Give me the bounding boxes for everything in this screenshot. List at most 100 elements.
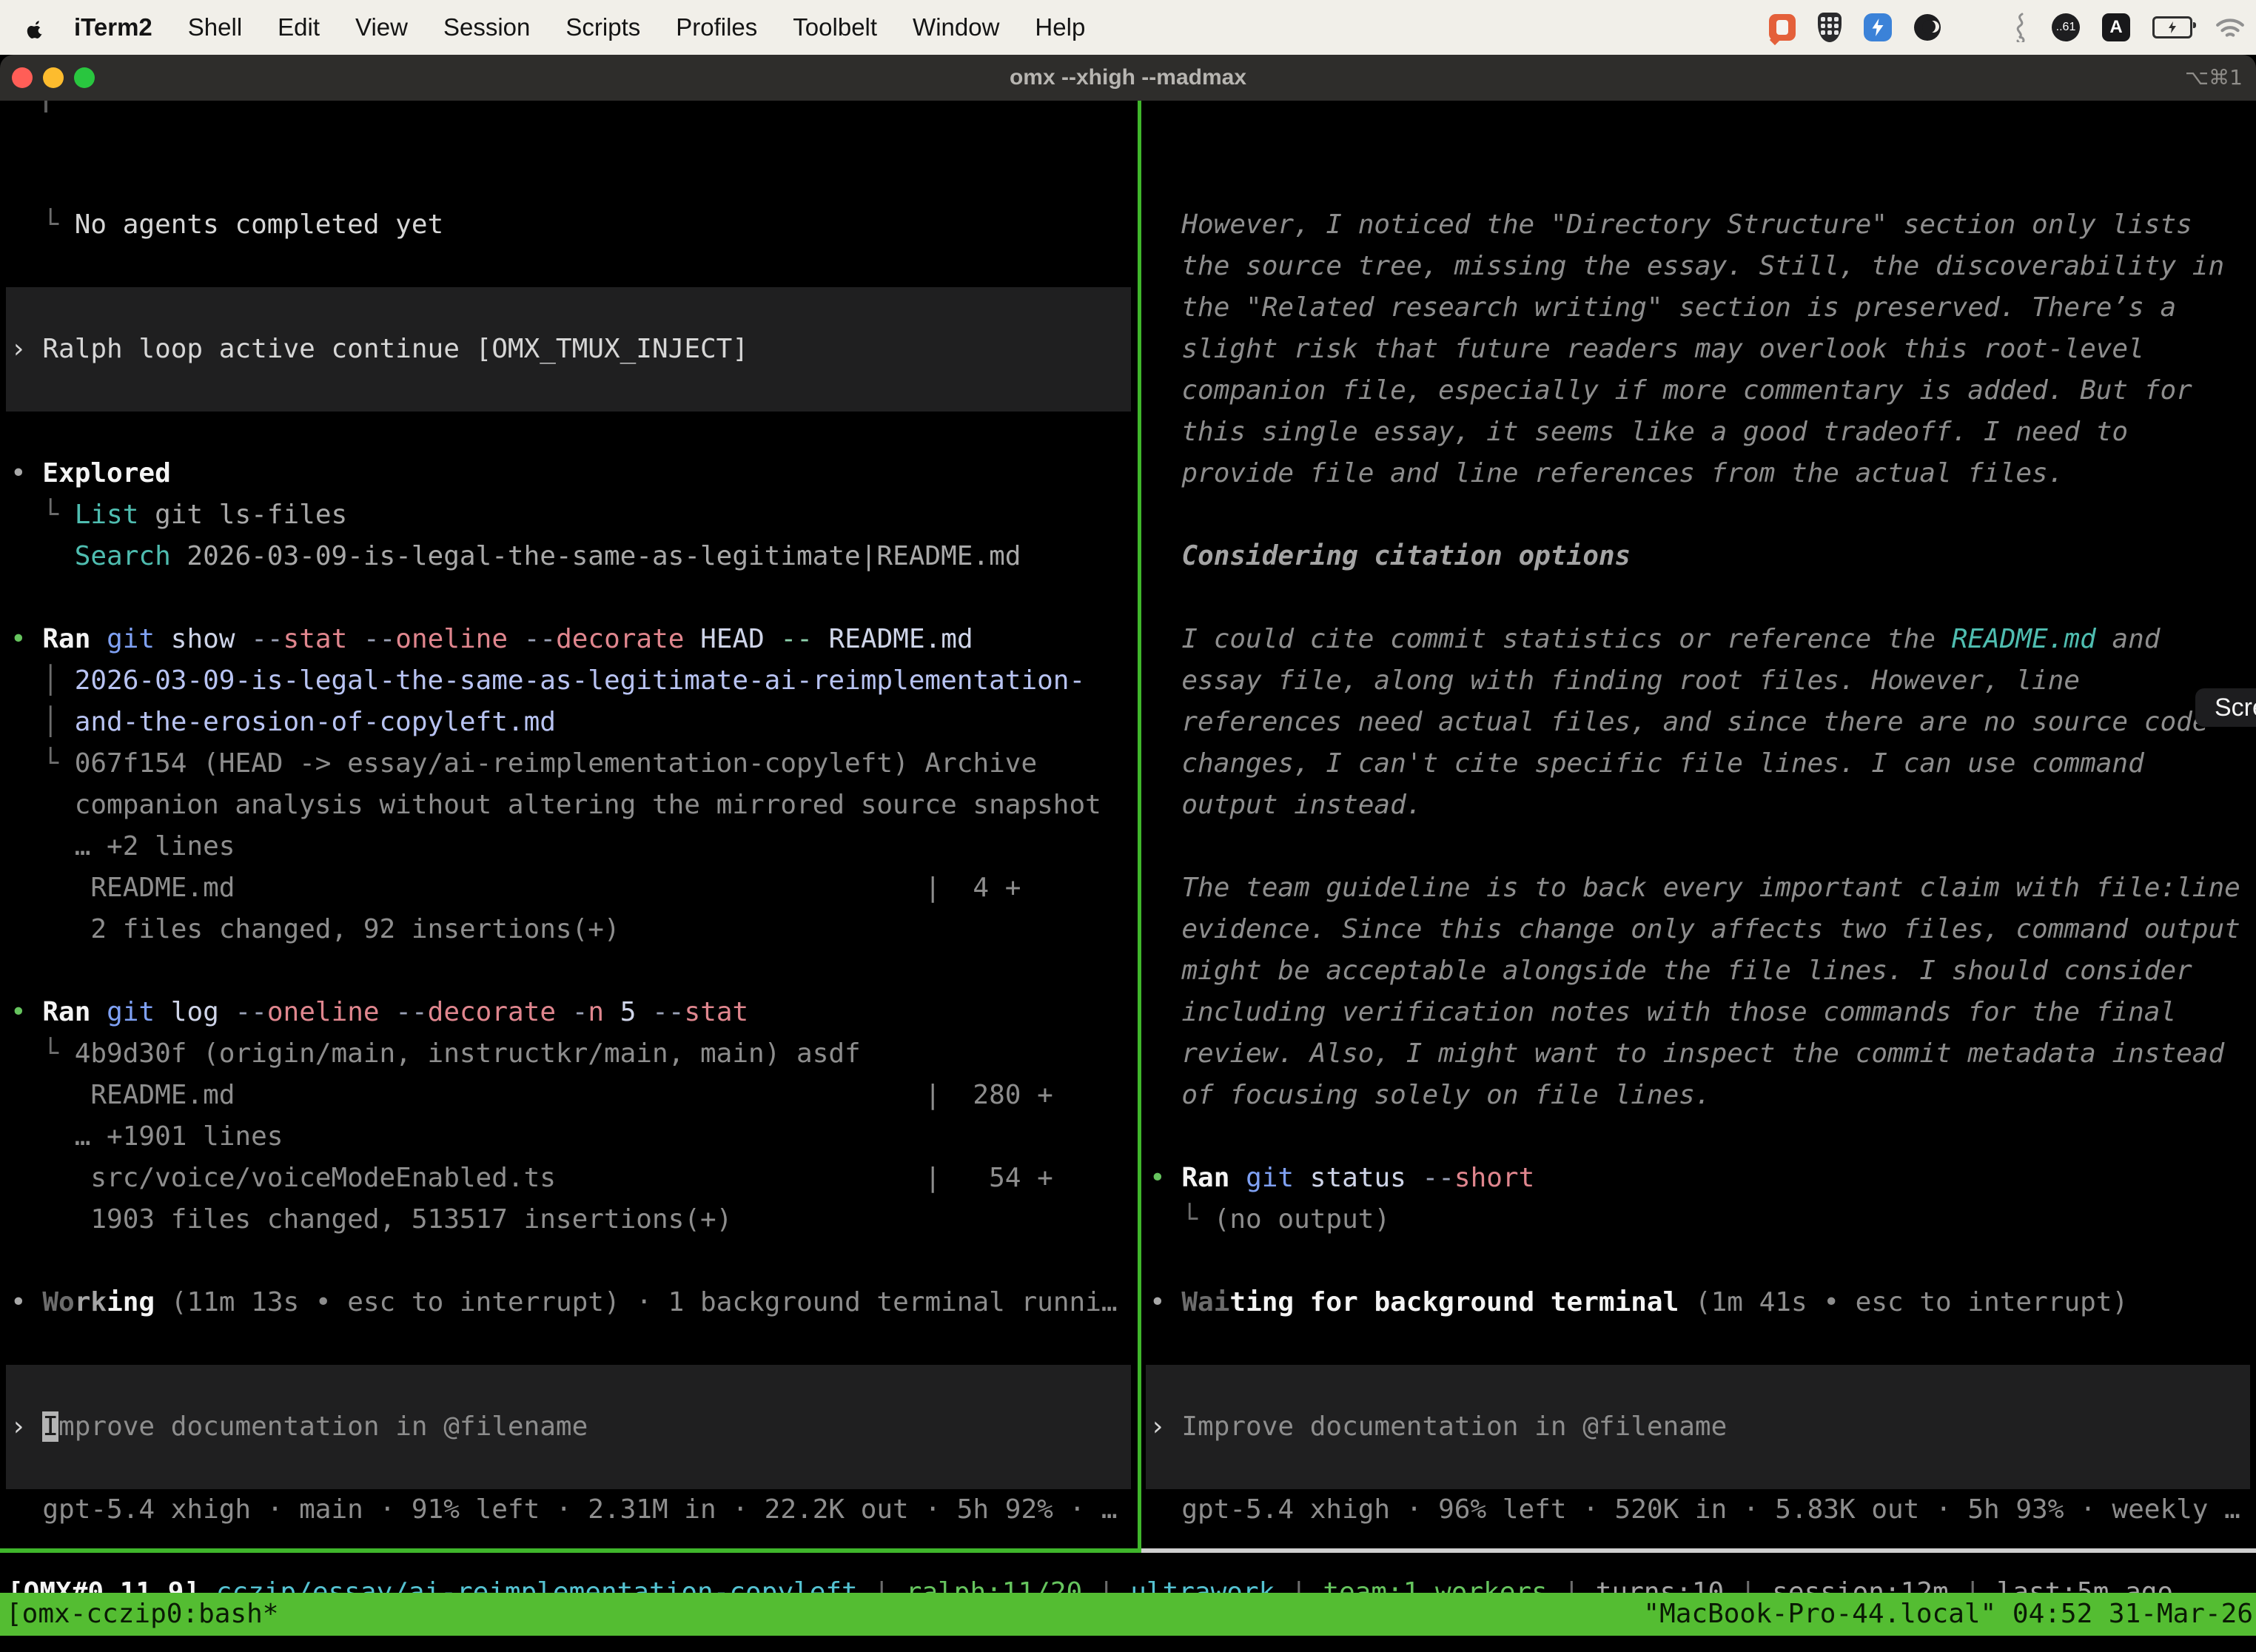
text-segment xyxy=(90,624,107,654)
text-segment: output instead. xyxy=(1149,790,1422,820)
squiggle-icon[interactable] xyxy=(2010,13,2030,42)
terminal-line: README.md | 4 + xyxy=(10,867,1021,909)
text-segment: Ralph loop active continue [OMX_TMUX_INJ… xyxy=(42,334,748,364)
terminal-line: provide file and line references from th… xyxy=(1149,453,2064,494)
text-segment: -- xyxy=(395,997,427,1027)
text-segment: the source tree, missing the essay. Stil… xyxy=(1149,251,2224,281)
text-segment: provide file and line references from th… xyxy=(1149,458,2064,488)
text-segment xyxy=(508,624,524,654)
terminal-line: the "Related research writing" section i… xyxy=(1149,287,2176,329)
text-segment xyxy=(636,997,652,1027)
terminal-line: companion file, especially if more comme… xyxy=(1149,370,2192,412)
text-segment xyxy=(155,997,171,1027)
text-segment: However, I noticed the "Directory Struct… xyxy=(1149,209,2192,240)
text-segment: gpt-5.4 xhigh · main · 91% left · 2.31M … xyxy=(10,1494,1118,1525)
text-segment: -- xyxy=(524,624,556,654)
text-segment: | 280 + xyxy=(235,1080,1053,1110)
text-segment: | 54 + xyxy=(556,1163,1053,1193)
shield-grid-icon[interactable] xyxy=(1818,13,1842,42)
text-segment: status xyxy=(1310,1163,1406,1193)
text-segment: └ xyxy=(10,500,75,530)
terminal-line: … +1901 lines xyxy=(10,1116,283,1158)
text-segment: changes, I can't cite specific file line… xyxy=(1149,748,2144,779)
text-segment: 2 files changed, 92 insertions(+) xyxy=(10,914,620,944)
menu-item-window[interactable]: Window xyxy=(895,13,1017,41)
pane-divider-vertical[interactable] xyxy=(1138,101,1141,1553)
menu-item-toolbelt[interactable]: Toolbelt xyxy=(775,13,895,41)
lightning-badge-icon[interactable] xyxy=(1864,13,1892,41)
text-segment xyxy=(235,624,252,654)
crescent-circle-icon[interactable] xyxy=(1914,14,1941,41)
text-segment xyxy=(1229,1163,1246,1193)
text-segment: stat xyxy=(685,997,749,1027)
letter-a-app-icon[interactable]: A xyxy=(2102,13,2130,41)
menu-item-view[interactable]: View xyxy=(338,13,426,41)
terminal-line: • Waiting for background terminal (1m 41… xyxy=(1149,1282,2128,1323)
menu-item-profiles[interactable]: Profiles xyxy=(658,13,775,41)
text-segment: Wo xyxy=(42,1287,74,1317)
menu-item-iterm2[interactable]: iTerm2 xyxy=(56,13,170,41)
terminal-line: the source tree, missing the essay. Stil… xyxy=(1149,246,2224,287)
text-segment: the "Related research writing" section i… xyxy=(1149,292,2176,323)
text-segment: oneline xyxy=(267,997,380,1027)
macos-menu-bar: iTerm2ShellEditViewSessionScriptsProfile… xyxy=(0,0,2256,55)
text-segment: • xyxy=(10,458,42,488)
terminal-line: including verification notes with those … xyxy=(1149,992,2176,1033)
text-segment: └ xyxy=(10,209,75,240)
text-segment: short xyxy=(1454,1163,1534,1193)
terminal-line: … +2 lines xyxy=(10,826,235,867)
menu-item-help[interactable]: Help xyxy=(1017,13,1103,41)
wifi-icon[interactable] xyxy=(2215,16,2246,39)
text-segment: decorate xyxy=(428,997,556,1027)
text-segment: │ xyxy=(10,707,75,737)
text-segment: Search xyxy=(10,541,171,571)
text-segment: 5 xyxy=(620,997,637,1027)
text-segment xyxy=(380,997,396,1027)
pane-divider-horizontal-green xyxy=(0,1548,1141,1553)
text-segment xyxy=(813,624,829,654)
text-segment: n xyxy=(588,997,604,1027)
status-line-left: gpt-5.4 xhigh · main · 91% left · 2.31M … xyxy=(10,1489,1118,1531)
text-segment: stat xyxy=(283,624,348,654)
text-segment: … +1901 lines xyxy=(10,1121,283,1152)
apple-menu-icon[interactable] xyxy=(25,16,46,39)
terminal-line: › Ralph loop active continue [OMX_TMUX_I… xyxy=(10,329,748,370)
text-segment: oneline xyxy=(395,624,508,654)
text-segment: README.md xyxy=(829,624,973,654)
text-segment: • xyxy=(10,624,42,654)
menu-item-scripts[interactable]: Scripts xyxy=(548,13,658,41)
terminal-line: changes, I can't cite specific file line… xyxy=(1149,743,2144,785)
badge-61-icon[interactable]: ..61 xyxy=(2052,13,2080,41)
dots-grid-icon[interactable] xyxy=(1963,15,1988,40)
terminal-window[interactable]: └ No agents completed yet› Ralph loop ac… xyxy=(0,101,2256,1652)
text-segment: src/voice/voiceModeEnabled.ts xyxy=(10,1163,556,1193)
text-segment: (no output) xyxy=(1214,1204,1390,1235)
battery-icon[interactable] xyxy=(2152,16,2192,38)
menu-item-shell[interactable]: Shell xyxy=(170,13,260,41)
text-segment: slight risk that future readers may over… xyxy=(1149,334,2144,364)
terminal-line: • Ran git log --oneline --decorate -n 5 … xyxy=(10,992,748,1033)
menu-item-session[interactable]: Session xyxy=(426,13,548,41)
text-segment xyxy=(90,997,107,1027)
text-segment: 067f154 (HEAD -> essay/ai-reimplementati… xyxy=(75,748,1037,779)
text-segment: README.md xyxy=(10,873,235,903)
window-shortcut-badge: ⌥⌘1 xyxy=(2185,55,2243,101)
text-segment: ting for background terminal xyxy=(1229,1287,1679,1317)
terminal-line: 2 files changed, 92 insertions(+) xyxy=(10,909,620,950)
terminal-line: └ 4b9d30f (origin/main, instructkr/main,… xyxy=(10,1033,861,1075)
window-title: omx --xhigh --madmax xyxy=(0,55,2256,101)
terminal-line: • Working (11m 13s • esc to interrupt) ·… xyxy=(10,1282,1118,1323)
terminal-line: evidence. Since this change only affects… xyxy=(1149,909,2240,950)
text-segment: 2026-03-09-is-legal-the-same-as-legitima… xyxy=(75,665,1085,696)
text-segment: git xyxy=(107,624,155,654)
text-segment: • xyxy=(1149,1163,1181,1193)
text-segment: Ran xyxy=(42,624,90,654)
text-segment: including verification notes with those … xyxy=(1149,997,2176,1027)
terminal-line: essay file, along with finding root file… xyxy=(1149,660,2080,702)
menu-item-edit[interactable]: Edit xyxy=(260,13,338,41)
terminal-line: companion analysis without altering the … xyxy=(10,785,1101,826)
screen-overlay-button[interactable]: Scre xyxy=(2195,688,2256,727)
text-segment: -- xyxy=(781,624,813,654)
recording-indicator-icon[interactable] xyxy=(1769,14,1796,41)
terminal-line: references need actual files, and since … xyxy=(1149,702,2208,743)
